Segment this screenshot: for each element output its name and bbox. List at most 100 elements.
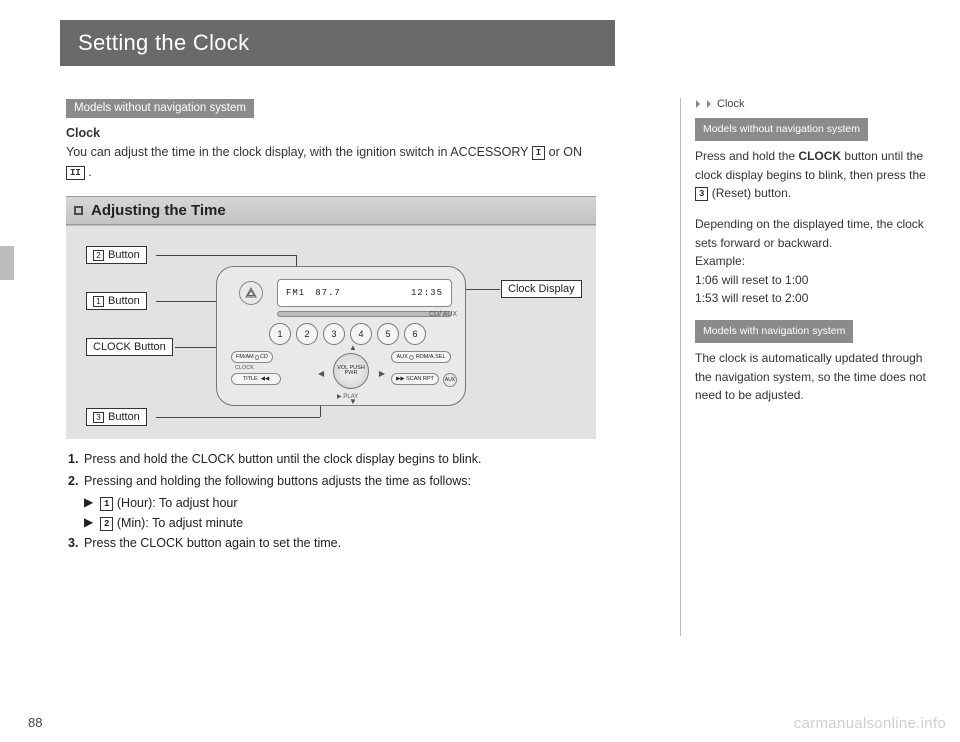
sidebar-p1e: (Reset) button. bbox=[708, 186, 791, 200]
scan-rpt-button[interactable]: ▶▶ SCAN RPT bbox=[391, 373, 439, 385]
square-bullet-icon bbox=[74, 206, 83, 215]
display-band: FM1 bbox=[286, 288, 305, 298]
sidebar-p6: The clock is automatically updated throu… bbox=[695, 349, 940, 405]
intro-text-3: . bbox=[88, 165, 91, 179]
step-3: 3. Press the CLOCK button again to set t… bbox=[68, 533, 596, 553]
rpt-label: RPT bbox=[423, 376, 434, 382]
subsection-heading: Adjusting the Time bbox=[66, 196, 596, 225]
step-2: 2. Pressing and holding the following bu… bbox=[68, 471, 596, 491]
accessory-glyph: I bbox=[532, 146, 545, 160]
rdm-label: RDM/A.SEL bbox=[416, 354, 446, 360]
step-2-number: 2. bbox=[68, 471, 84, 491]
callout-1-icon: 1 bbox=[93, 296, 104, 307]
preset-1[interactable]: 1 bbox=[269, 323, 291, 345]
rdm-dot-icon bbox=[409, 355, 414, 360]
step-3-number: 3. bbox=[68, 533, 84, 553]
step-2a-text: (Hour): To adjust hour bbox=[113, 496, 237, 510]
cd-dot-icon bbox=[255, 355, 258, 360]
callout-clock-text: CLOCK Button bbox=[93, 341, 166, 353]
clock-sublabel: CLOCK bbox=[235, 365, 254, 371]
aux-label: AUX bbox=[396, 354, 407, 360]
sidebar-p1a: Press and hold the bbox=[695, 149, 798, 163]
fmam-label: FM/AM bbox=[236, 354, 254, 360]
aux-jack[interactable]: AUX bbox=[443, 373, 457, 387]
topic-word: Clock bbox=[66, 126, 100, 140]
preset-row: 1 2 3 4 5 6 bbox=[269, 323, 426, 345]
callout-3-text: Button bbox=[108, 411, 140, 423]
title-label: TITLE bbox=[243, 376, 258, 382]
sidebar-p3: Example: bbox=[695, 254, 745, 268]
display-freq: 87.7 bbox=[315, 288, 341, 298]
sidebar-body: Models without navigation system Press a… bbox=[695, 118, 940, 405]
chevron-icon bbox=[695, 98, 703, 110]
callout-2-text: Button bbox=[108, 249, 140, 261]
callout-button-3: 3 Button bbox=[86, 408, 147, 426]
watermark-text: carmanualsonline.info bbox=[794, 715, 946, 732]
callout-button-2: 2 Button bbox=[86, 246, 147, 264]
leader-line bbox=[156, 255, 296, 256]
title-button[interactable]: TITLE ◀◀ bbox=[231, 373, 281, 385]
sidebar-p4: 1:06 will reset to 1:00 bbox=[695, 273, 808, 287]
hazard-button[interactable] bbox=[239, 281, 263, 305]
preset-6[interactable]: 6 bbox=[404, 323, 426, 345]
hour-glyph: 1 bbox=[100, 497, 113, 511]
radio-display: FM1 87.7 12:35 bbox=[277, 279, 452, 307]
page-title: Setting the Clock bbox=[60, 20, 615, 66]
sidebar-column: Clock Models without navigation system P… bbox=[680, 98, 940, 636]
cd-slot[interactable] bbox=[277, 311, 452, 317]
volume-knob[interactable]: VOL PUSH PWR bbox=[333, 353, 369, 389]
minute-glyph: 2 bbox=[100, 517, 113, 531]
callout-1-text: Button bbox=[108, 295, 140, 307]
section-topic: Clock You can adjust the time in the clo… bbox=[66, 124, 596, 182]
bullet-icon: ▶ bbox=[84, 513, 100, 533]
callout-3-icon: 3 bbox=[93, 412, 104, 423]
preset-4[interactable]: 4 bbox=[350, 323, 372, 345]
bullet-icon: ▶ bbox=[84, 493, 100, 513]
sidebar-tag-with-nav: Models with navigation system bbox=[695, 320, 853, 343]
hazard-icon bbox=[245, 287, 257, 299]
leader-line bbox=[156, 417, 320, 418]
step-3-text: Press the CLOCK button again to set the … bbox=[84, 533, 596, 553]
sidebar-p5: 1:53 will reset to 2:00 bbox=[695, 291, 808, 305]
step-2a: ▶ 1 (Hour): To adjust hour bbox=[68, 493, 596, 513]
aux-rdm-button[interactable]: AUX RDM/A.SEL bbox=[391, 351, 451, 363]
callout-button-1: 1 Button bbox=[86, 292, 147, 310]
step-1-number: 1. bbox=[68, 449, 84, 469]
sidebar-p1b: CLOCK bbox=[798, 149, 841, 163]
step-1: 1. Press and hold the CLOCK button until… bbox=[68, 449, 596, 469]
intro-text-2: or ON bbox=[549, 145, 582, 159]
fmam-cd-button[interactable]: FM/AM CD bbox=[231, 351, 273, 363]
subsection-heading-text: Adjusting the Time bbox=[91, 202, 226, 219]
model-tag-without-nav: Models without navigation system bbox=[66, 99, 254, 118]
intro-text-1: You can adjust the time in the clock dis… bbox=[66, 145, 532, 159]
callout-2-icon: 2 bbox=[93, 250, 104, 261]
reset-glyph: 3 bbox=[695, 187, 708, 201]
callout-clock-display-text: Clock Display bbox=[508, 283, 575, 295]
eject-label: CD/ AUX bbox=[429, 311, 457, 318]
radio-unit: FM1 87.7 12:35 CD/ AUX 1 2 3 4 5 6 FM/AM… bbox=[216, 266, 466, 406]
section-side-tab bbox=[0, 246, 14, 280]
step-2-text: Pressing and holding the following butto… bbox=[84, 471, 596, 491]
chevron-icon bbox=[706, 98, 714, 110]
steps-list: 1. Press and hold the CLOCK button until… bbox=[66, 449, 596, 553]
radio-diagram: 2 Button 1 Button CLOCK Button 3 Button … bbox=[66, 225, 596, 439]
seek-right-button[interactable]: ▶ bbox=[379, 369, 385, 378]
on-glyph: II bbox=[66, 166, 85, 180]
sidebar-tag-without-nav: Models without navigation system bbox=[695, 118, 868, 141]
scan-label: SCAN bbox=[406, 376, 421, 382]
sidebar-heading: Clock bbox=[695, 98, 940, 110]
callout-clock-display: Clock Display bbox=[501, 280, 582, 298]
seek-left-button[interactable]: ◀ bbox=[318, 369, 324, 378]
preset-5[interactable]: 5 bbox=[377, 323, 399, 345]
preset-2[interactable]: 2 bbox=[296, 323, 318, 345]
sidebar-p2: Depending on the displayed time, the clo… bbox=[695, 217, 924, 250]
step-2b-text: (Min): To adjust minute bbox=[113, 516, 243, 530]
page-number: 88 bbox=[28, 715, 42, 730]
display-clock: 12:35 bbox=[411, 288, 443, 298]
sidebar-heading-text: Clock bbox=[717, 98, 745, 110]
cd-label: CD bbox=[260, 354, 268, 360]
callout-clock-button: CLOCK Button bbox=[86, 338, 173, 356]
step-2b: ▶ 2 (Min): To adjust minute bbox=[68, 513, 596, 533]
step-1-text: Press and hold the CLOCK button until th… bbox=[84, 449, 596, 469]
preset-3[interactable]: 3 bbox=[323, 323, 345, 345]
